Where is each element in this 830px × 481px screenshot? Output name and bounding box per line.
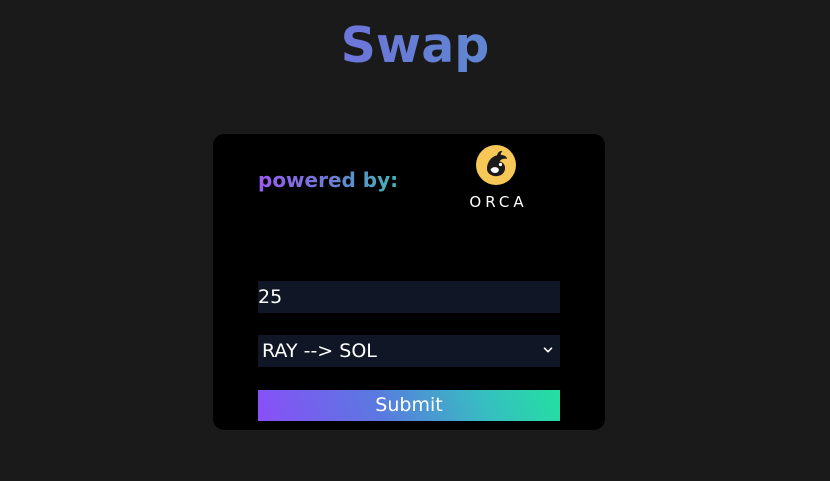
token-pair-selected-value: RAY --> SOL (262, 340, 377, 362)
powered-by-label: powered by: (258, 168, 399, 192)
swap-page: Swap powered by: ORCA RAY --> SOL Submit (0, 0, 830, 481)
orca-logo[interactable]: ORCA (457, 142, 537, 214)
swap-card: powered by: ORCA RAY --> SOL Submit (213, 134, 605, 430)
chevron-down-icon (543, 347, 553, 353)
amount-input[interactable] (258, 281, 560, 313)
submit-button[interactable]: Submit (258, 390, 560, 421)
token-pair-select[interactable]: RAY --> SOL (258, 335, 560, 367)
page-title: Swap (0, 14, 830, 78)
orca-whale-icon (476, 145, 516, 185)
orca-wordmark: ORCA (469, 193, 528, 211)
